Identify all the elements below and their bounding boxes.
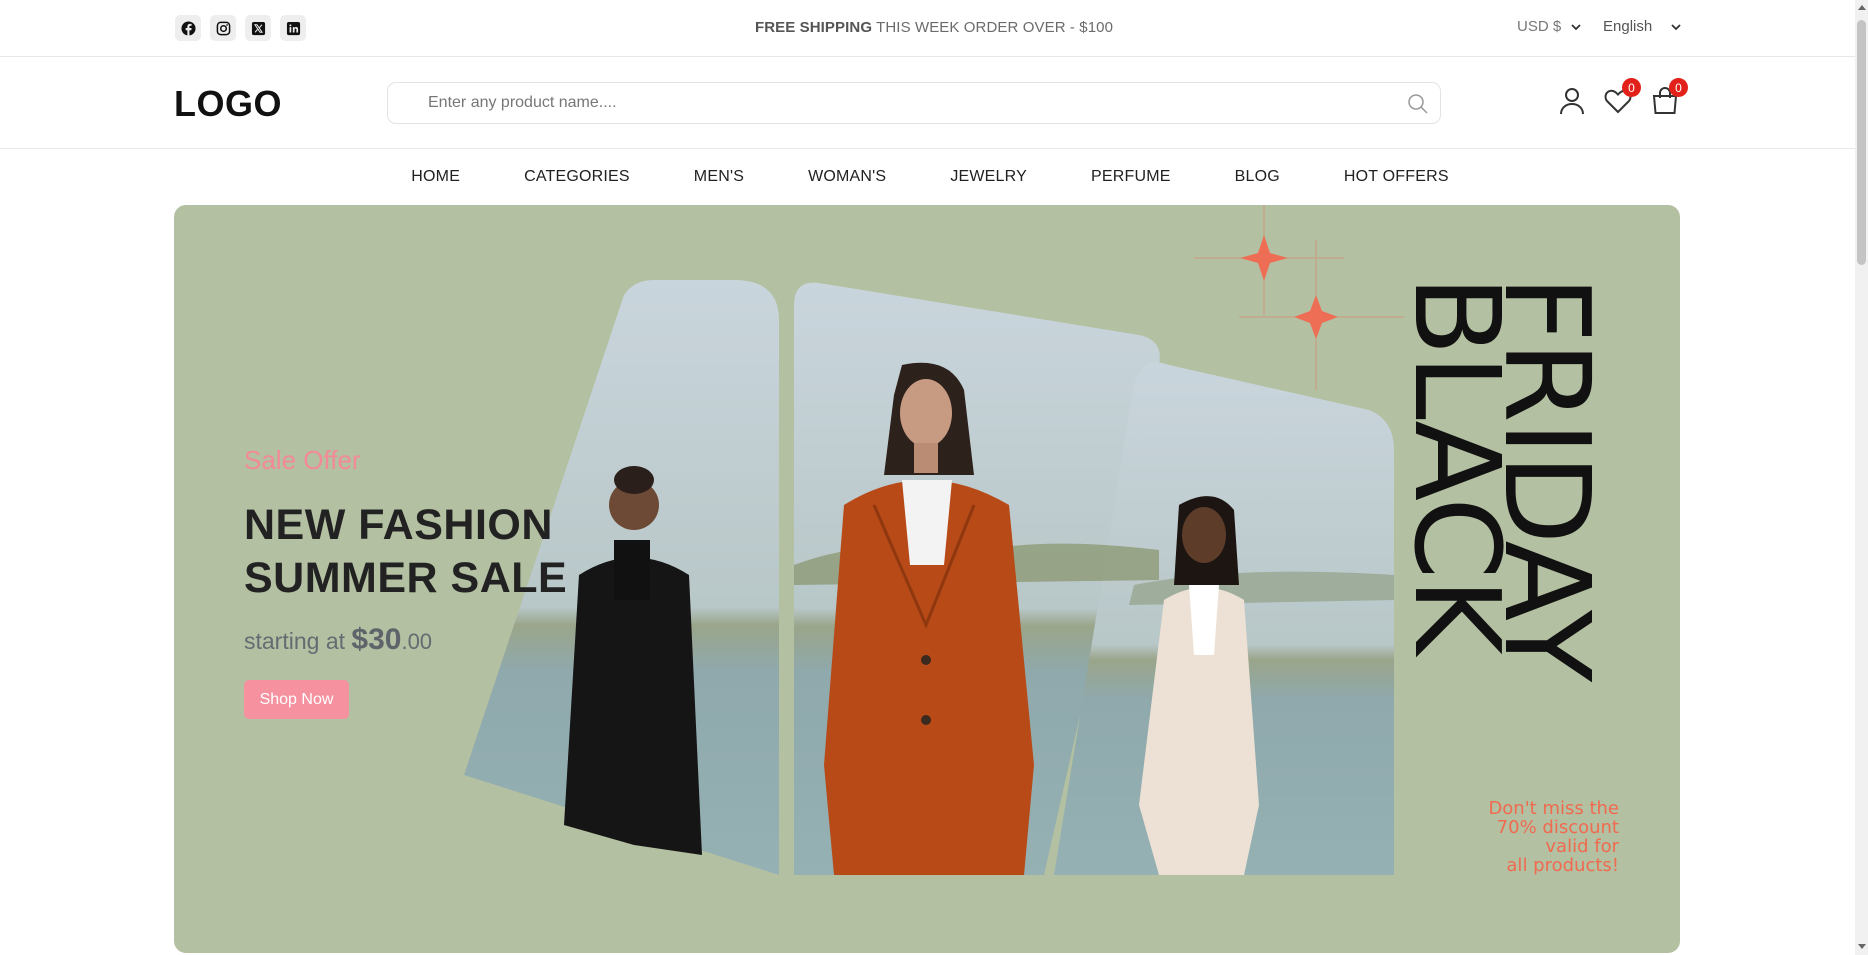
scroll-down-arrow[interactable] — [1858, 944, 1866, 949]
nav-item-womans[interactable]: WOMAN'S — [776, 150, 918, 205]
wishlist-count-badge: 0 — [1622, 78, 1641, 97]
search-bar — [387, 82, 1441, 124]
shop-now-button[interactable]: Shop Now — [244, 680, 349, 719]
price-cents: .00 — [401, 629, 433, 654]
banner-subtitle: Sale Offer — [244, 445, 361, 475]
shipping-promo: FREE SHIPPING THIS WEEK ORDER OVER - $10… — [0, 19, 1868, 36]
page-scrollbar[interactable] — [1855, 0, 1868, 955]
banner-title: NEW FASHION SUMMER SALE — [244, 499, 567, 605]
banner-price: starting at $30.00 — [244, 623, 432, 657]
search-icon[interactable] — [1406, 92, 1430, 116]
promo-text: THIS WEEK ORDER OVER - $100 — [876, 19, 1114, 36]
nav-item-categories[interactable]: CATEGORIES — [492, 150, 662, 205]
nav-item-jewelry[interactable]: JEWELRY — [918, 150, 1059, 205]
scroll-up-arrow[interactable] — [1858, 5, 1866, 10]
cart-count-badge: 0 — [1669, 78, 1688, 97]
banner-title-line-1: NEW FASHION — [244, 501, 553, 549]
nav-item-perfume[interactable]: PERFUME — [1059, 150, 1203, 205]
main-header: LOGO 0 0 — [0, 57, 1868, 149]
language-label: English — [1603, 18, 1653, 35]
site-logo[interactable]: LOGO — [174, 83, 282, 125]
banner-title-line-2: SUMMER SALE — [244, 554, 568, 602]
friday-word-art: FRIDAY — [1478, 275, 1616, 681]
discount-note-line-4: all products! — [1506, 855, 1619, 876]
currency-label: USD $ — [1517, 18, 1562, 35]
nav-item-home[interactable]: HOME — [379, 150, 492, 205]
chevron-down-icon — [1571, 23, 1581, 30]
wishlist-button[interactable]: 0 — [1603, 78, 1641, 116]
currency-select[interactable]: USD $ — [1517, 18, 1582, 35]
scroll-thumb[interactable] — [1857, 20, 1866, 265]
nav-item-hot-offers[interactable]: HOT OFFERS — [1312, 150, 1481, 205]
price-main: $30 — [351, 623, 402, 656]
discount-note-line-2: 70% discount — [1496, 817, 1619, 838]
sparkle-decoration — [1194, 205, 1404, 390]
search-input[interactable] — [428, 83, 1378, 123]
discount-note-line-1: Don't miss the — [1488, 798, 1619, 819]
user-icon[interactable] — [1557, 86, 1587, 116]
chevron-down-icon — [1671, 23, 1681, 30]
discount-note-line-3: valid for — [1545, 836, 1619, 857]
language-select[interactable]: English — [1603, 18, 1682, 35]
starting-label: starting at — [244, 628, 345, 654]
nav-item-mens[interactable]: MEN'S — [662, 150, 776, 205]
cart-button[interactable]: 0 — [1650, 78, 1688, 116]
promo-bold: FREE SHIPPING — [754, 19, 873, 36]
main-nav: HOME CATEGORIES MEN'S WOMAN'S JEWELRY PE… — [0, 150, 1868, 205]
nav-item-blog[interactable]: BLOG — [1203, 150, 1312, 205]
hero-banner: Sale Offer NEW FASHION SUMMER SALE start… — [174, 205, 1680, 953]
discount-note: Don't miss the 70% discount valid for al… — [1439, 799, 1619, 875]
top-bar: FREE SHIPPING THIS WEEK ORDER OVER - $10… — [0, 0, 1868, 57]
